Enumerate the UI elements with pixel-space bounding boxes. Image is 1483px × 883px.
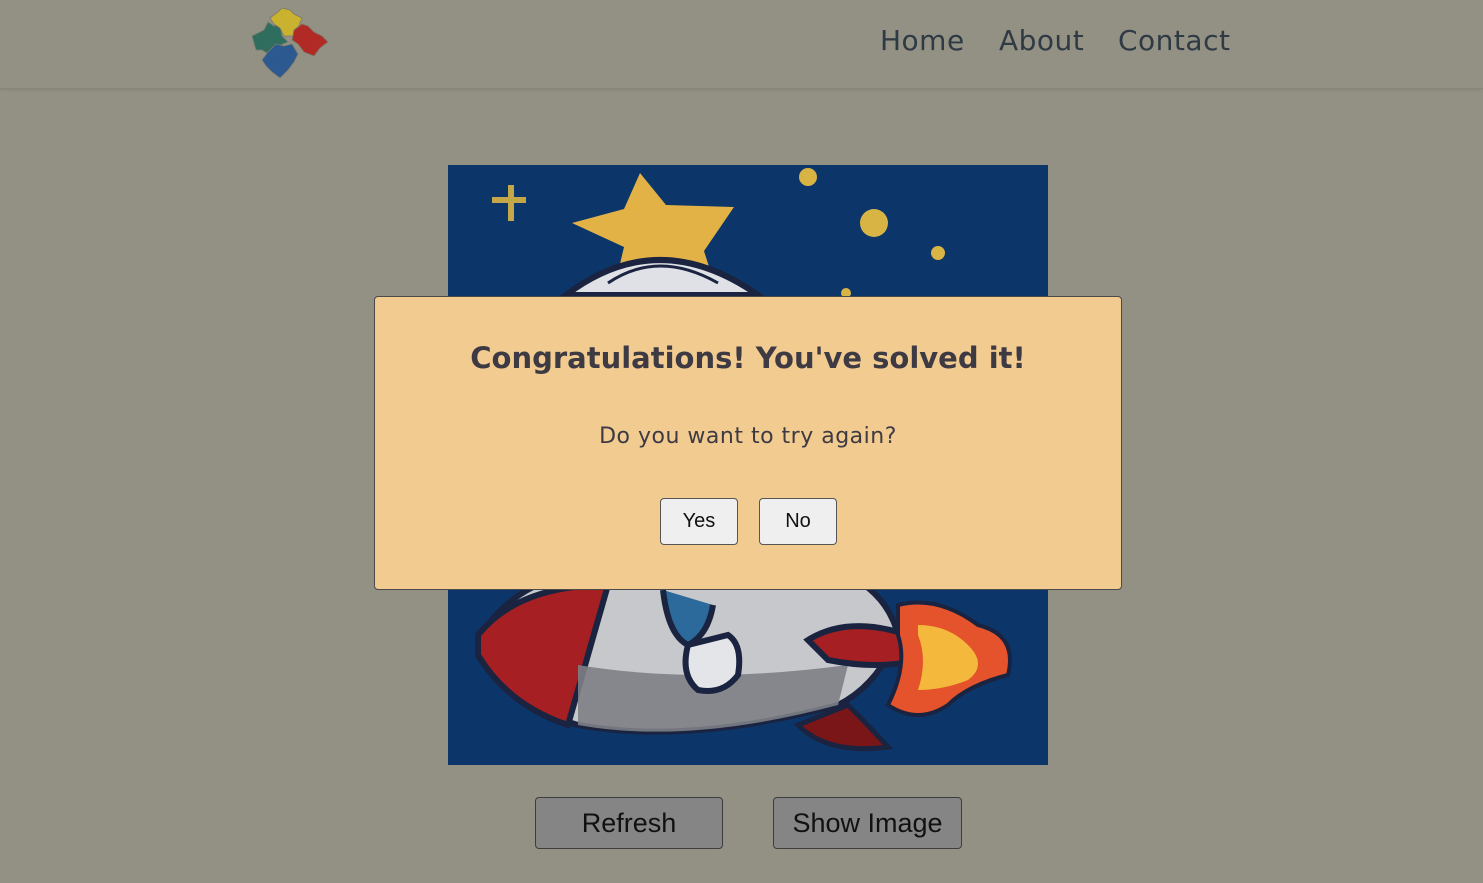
dialog-title: Congratulations! You've solved it! [470,341,1026,375]
no-button[interactable]: No [759,498,837,545]
yes-button[interactable]: Yes [660,498,738,545]
nav-link-about[interactable]: About [999,24,1084,57]
nav-link-contact[interactable]: Contact [1118,24,1230,57]
success-dialog: Congratulations! You've solved it! Do yo… [374,296,1122,590]
show-image-button[interactable]: Show Image [773,797,962,849]
refresh-button[interactable]: Refresh [535,797,723,849]
puzzle-logo-icon[interactable] [248,6,332,80]
navbar: Home About Contact [0,0,1483,89]
dialog-message: Do you want to try again? [599,424,897,449]
nav-link-home[interactable]: Home [880,24,965,57]
